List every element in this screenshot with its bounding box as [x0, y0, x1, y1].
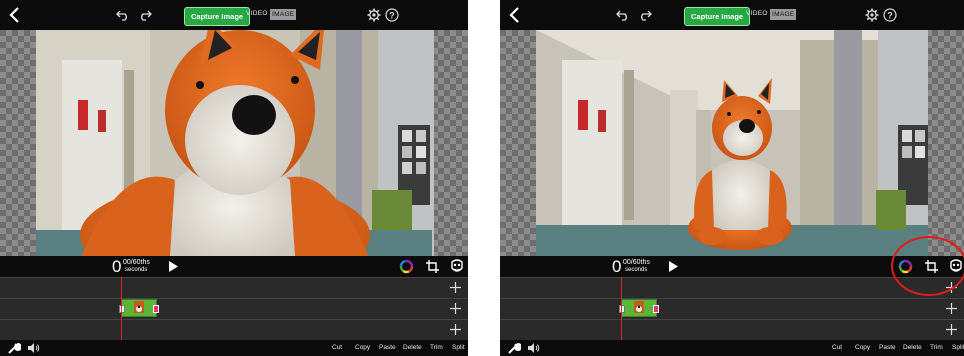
timeline-track[interactable] [500, 277, 964, 298]
clip-thumbnail [134, 301, 144, 313]
clip-trim-handle-right[interactable] [653, 305, 659, 313]
bottom-toolbar: Cut Copy Paste Delete Trim Split [0, 340, 468, 356]
mode-video-toggle[interactable]: VIDEO [746, 10, 768, 17]
wrench-icon[interactable] [7, 341, 21, 355]
back-icon[interactable] [8, 6, 22, 24]
app-screenshot-before: Capture Image VIDEO IMAGE ? 0 00/60ths s… [0, 0, 468, 356]
clip-trim-handle-left[interactable] [619, 305, 625, 313]
play-icon[interactable] [668, 261, 678, 272]
undo-icon[interactable] [616, 9, 630, 21]
speaker-icon[interactable] [28, 343, 40, 353]
svg-text:?: ? [389, 10, 395, 20]
timecode-fraction: 00/60ths [623, 259, 650, 266]
trim-button[interactable]: Trim [430, 344, 443, 351]
play-icon[interactable] [168, 261, 178, 272]
copy-button[interactable]: Copy [355, 344, 370, 351]
clip-trim-handle-right[interactable] [153, 305, 159, 313]
plus-icon[interactable] [449, 323, 462, 336]
cut-button[interactable]: Cut [832, 344, 842, 351]
redo-icon[interactable] [138, 9, 152, 21]
timeline-track[interactable] [500, 319, 964, 340]
top-toolbar: Capture Image VIDEO IMAGE ? [0, 0, 468, 30]
timeline-track[interactable] [500, 298, 964, 319]
crop-icon[interactable] [425, 259, 440, 274]
copy-button[interactable]: Copy [855, 344, 870, 351]
cut-button[interactable]: Cut [332, 344, 342, 351]
redo-icon[interactable] [638, 9, 652, 21]
wrench-icon[interactable] [507, 341, 521, 355]
timecode-unit: seconds [625, 267, 648, 273]
delete-button[interactable]: Delete [403, 344, 422, 351]
delete-button[interactable]: Delete [903, 344, 922, 351]
app-screenshot-after: Capture Image VIDEO IMAGE ? 0 00/60ths s… [500, 0, 964, 356]
undo-icon[interactable] [116, 9, 130, 21]
paste-button[interactable]: Paste [379, 344, 396, 351]
playhead[interactable] [621, 277, 622, 340]
paste-button[interactable]: Paste [879, 344, 896, 351]
top-toolbar: Capture Image VIDEO IMAGE ? [500, 0, 964, 30]
timeline-track[interactable] [0, 277, 468, 298]
timeline[interactable] [500, 277, 964, 340]
color-wheel-icon[interactable] [399, 259, 414, 274]
timecode-seconds: 0 [112, 257, 122, 276]
plus-icon[interactable] [945, 323, 958, 336]
trim-button[interactable]: Trim [930, 344, 943, 351]
gear-icon[interactable] [865, 8, 879, 22]
capture-image-button[interactable]: Capture Image [684, 7, 751, 26]
timeline-track[interactable] [0, 319, 468, 340]
timeline[interactable] [0, 277, 468, 340]
image-preview-closeup[interactable] [0, 30, 468, 256]
timeline-clip[interactable] [119, 299, 159, 317]
plus-icon[interactable] [449, 281, 462, 294]
fox-wide-photo [500, 30, 964, 256]
mode-image-toggle[interactable]: IMAGE [270, 9, 297, 20]
bottom-toolbar: Cut Copy Paste Delete Trim Split [500, 340, 964, 356]
help-icon[interactable]: ? [883, 8, 897, 22]
image-preview-wide[interactable] [500, 30, 964, 256]
help-icon[interactable]: ? [385, 8, 399, 22]
clip-trim-handle-left[interactable] [119, 305, 125, 313]
timecode-unit: seconds [125, 267, 148, 273]
capture-image-button[interactable]: Capture Image [184, 7, 251, 26]
mask-icon[interactable] [450, 259, 464, 274]
svg-text:?: ? [887, 10, 893, 20]
transport-bar: 0 00/60ths seconds [0, 256, 468, 277]
gear-icon[interactable] [367, 8, 381, 22]
timeline-clip[interactable] [619, 299, 659, 317]
plus-icon[interactable] [945, 302, 958, 315]
mode-video-toggle[interactable]: VIDEO [246, 10, 268, 17]
playhead[interactable] [121, 277, 122, 340]
fox-closeup-photo [0, 30, 468, 256]
speaker-icon[interactable] [528, 343, 540, 353]
clip-thumbnail [634, 301, 644, 313]
plus-icon[interactable] [449, 302, 462, 315]
split-button[interactable]: Split [952, 344, 964, 351]
timecode-seconds: 0 [612, 257, 622, 276]
mode-image-toggle[interactable]: IMAGE [770, 9, 797, 20]
timecode-fraction: 00/60ths [123, 259, 150, 266]
timeline-track[interactable] [0, 298, 468, 319]
back-icon[interactable] [508, 6, 522, 24]
annotation-highlight-circle [891, 236, 964, 296]
split-button[interactable]: Split [452, 344, 465, 351]
